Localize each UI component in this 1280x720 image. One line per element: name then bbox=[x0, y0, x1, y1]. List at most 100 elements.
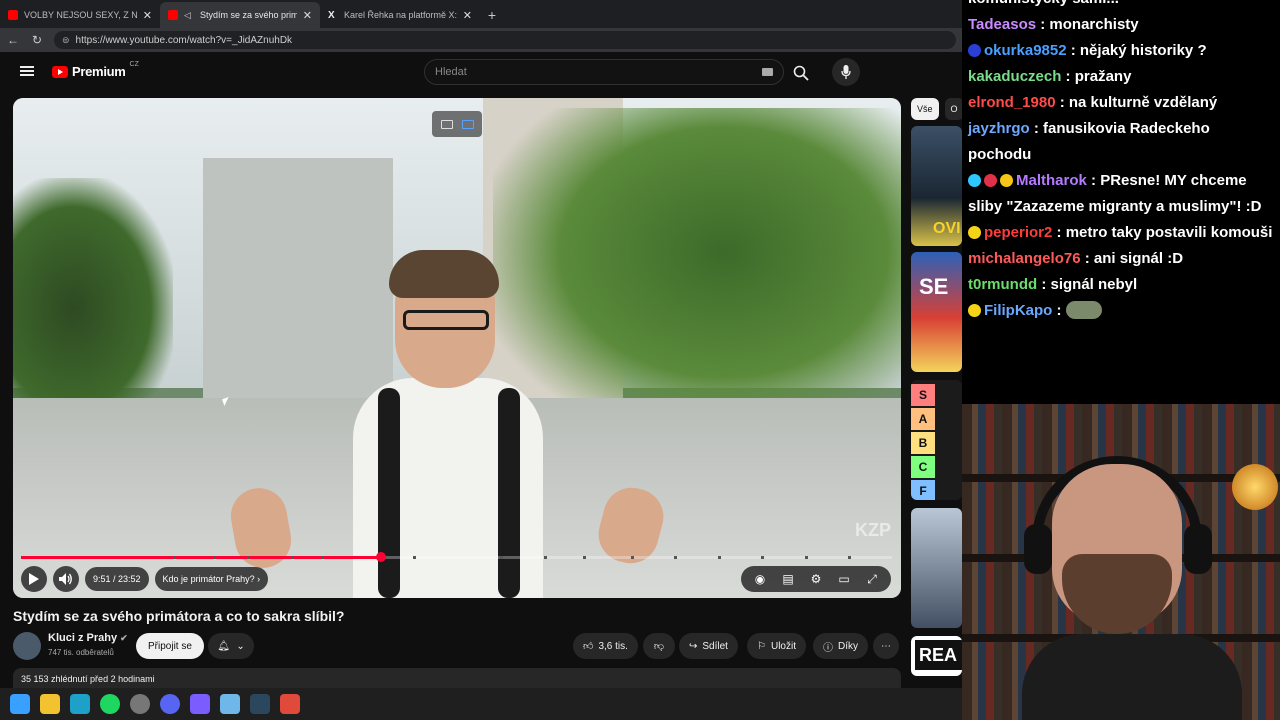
related-video-thumbnail[interactable] bbox=[911, 508, 962, 628]
channel-name[interactable]: Kluci z Prahy bbox=[48, 632, 117, 644]
subtitles-icon[interactable]: ▤ bbox=[781, 572, 795, 586]
notepad-icon[interactable] bbox=[220, 694, 240, 714]
thumbnail-text: REA bbox=[915, 640, 962, 670]
site-info-icon[interactable]: ⊜ bbox=[62, 35, 70, 46]
chat-username[interactable]: michalangelo76 bbox=[968, 250, 1081, 267]
description-box[interactable]: 35 153 zhlédnutí před 2 hodinami bbox=[13, 668, 901, 688]
url-field[interactable]: ⊜ https://www.youtube.com/watch?v=_JidAZ… bbox=[54, 31, 956, 49]
chip-all[interactable]: Vše bbox=[911, 98, 939, 120]
chat-username[interactable]: t0rmundd bbox=[968, 276, 1037, 293]
fullscreen-icon[interactable]: ⤢ bbox=[865, 572, 879, 586]
browser-tab-active[interactable]: ◁ Stydím se za svého primátora ✕ bbox=[160, 2, 320, 28]
video-player[interactable]: KZP 9:51 / 23:52 Kdo je primátor Prahy? bbox=[13, 98, 901, 598]
chat-username[interactable]: peperior2 bbox=[984, 224, 1052, 241]
youtube-icon bbox=[8, 10, 18, 20]
chat-username[interactable]: okurka9852 bbox=[984, 42, 1067, 59]
chat-username[interactable]: Maltharok bbox=[1016, 172, 1087, 189]
copilot-icon[interactable] bbox=[190, 694, 210, 714]
autoplay-toggle-icon[interactable]: ◉ bbox=[753, 572, 767, 586]
share-button[interactable]: ↪ Sdílet bbox=[679, 633, 738, 659]
channel-watermark: KZP bbox=[855, 520, 891, 540]
like-button[interactable]: 👍︎ 3,6 tis. bbox=[573, 633, 638, 659]
close-tab-icon[interactable]: ✕ bbox=[463, 9, 472, 22]
chat-emote-icon bbox=[1065, 301, 1102, 319]
related-video-thumbnail[interactable]: REA bbox=[911, 636, 962, 676]
settings-gear-icon[interactable]: ⚙ bbox=[809, 572, 823, 586]
bookmark-icon: ⚐ bbox=[757, 640, 766, 652]
browser-tab-bar: VOLBY NEJSOU SEXY, Z NICH NE ✕ ◁ Stydím … bbox=[0, 0, 962, 28]
close-tab-icon[interactable]: ✕ bbox=[303, 9, 312, 22]
save-button[interactable]: ⚐ Uložit bbox=[747, 633, 806, 659]
related-video-thumbnail[interactable]: OVI bbox=[911, 126, 962, 246]
channel-avatar[interactable] bbox=[13, 632, 41, 660]
related-video-thumbnail[interactable]: SABCF bbox=[911, 380, 962, 500]
chevron-right-icon: › bbox=[257, 574, 261, 584]
join-button[interactable]: Připojit se bbox=[136, 633, 204, 659]
screen: VOLBY NEJSOU SEXY, Z NICH NE ✕ ◁ Stydím … bbox=[0, 0, 1280, 720]
search-placeholder: Hledat bbox=[435, 66, 467, 78]
steam-icon[interactable] bbox=[250, 694, 270, 714]
cast-icon[interactable] bbox=[461, 119, 474, 129]
thumbnail-text: SE bbox=[919, 274, 949, 299]
chat-message-partial: komunistycký sami... bbox=[968, 0, 1274, 12]
chat-username[interactable]: FilipKapo bbox=[984, 302, 1052, 319]
related-video-thumbnail[interactable]: SE bbox=[911, 252, 962, 372]
windows-taskbar bbox=[0, 688, 962, 720]
spotify-icon[interactable] bbox=[100, 694, 120, 714]
chip-other[interactable]: O bbox=[944, 98, 962, 120]
back-icon[interactable]: ← bbox=[6, 33, 20, 47]
chat-text: : monarchisty bbox=[1036, 16, 1139, 33]
tier-label: F bbox=[911, 480, 935, 500]
chapter-marker bbox=[412, 556, 416, 559]
chat-username[interactable]: kakaduczech bbox=[968, 68, 1061, 85]
youtube-icon bbox=[168, 10, 178, 20]
bell-icon: 🔔︎ bbox=[217, 640, 230, 652]
chat-badge-icon bbox=[984, 174, 997, 187]
dislike-button[interactable]: 👎︎ bbox=[643, 633, 675, 659]
speaker-icon[interactable]: ◁ bbox=[184, 10, 194, 20]
search-input[interactable]: Hledat bbox=[424, 59, 784, 85]
windows-start-icon[interactable] bbox=[10, 694, 30, 714]
keyboard-icon[interactable] bbox=[762, 68, 773, 76]
miniplayer-icon[interactable] bbox=[440, 119, 453, 129]
more-actions-button[interactable]: ⋯ bbox=[873, 633, 899, 659]
reload-icon[interactable]: ↻ bbox=[30, 33, 44, 47]
browser-tab[interactable]: VOLBY NEJSOU SEXY, Z NICH NE ✕ bbox=[0, 2, 160, 28]
youtube-premium-logo[interactable]: Premium CZ bbox=[52, 61, 139, 79]
progress-bar[interactable] bbox=[21, 552, 892, 562]
browser-tab[interactable]: X Karel Řehka na platformě X: „Po vl ✕ bbox=[320, 2, 480, 28]
voice-search-button[interactable] bbox=[832, 58, 860, 86]
chat-badge-icon bbox=[968, 44, 981, 57]
thanks-label: Díky bbox=[838, 640, 858, 652]
chapter-button[interactable]: Kdo je primátor Prahy? › bbox=[154, 567, 269, 591]
streamer-webcam bbox=[962, 404, 1280, 720]
chat-username[interactable]: jayzhrgo bbox=[968, 120, 1030, 137]
search-button[interactable] bbox=[786, 60, 816, 86]
chat-message-list: Tadeasos : monarchisty okurka9852 : něja… bbox=[968, 12, 1274, 324]
progress-played bbox=[21, 556, 381, 559]
maps-icon[interactable] bbox=[280, 694, 300, 714]
save-label: Uložit bbox=[770, 640, 796, 652]
tier-label: S bbox=[911, 384, 935, 406]
play-button[interactable] bbox=[21, 566, 47, 592]
channel-name-row[interactable]: Kluci z Prahy ✔ bbox=[48, 632, 128, 644]
chat-username[interactable]: Tadeasos bbox=[968, 16, 1036, 33]
scrubber-handle[interactable] bbox=[375, 552, 386, 562]
close-tab-icon[interactable]: ✕ bbox=[143, 9, 152, 22]
clock-app-icon[interactable] bbox=[130, 694, 150, 714]
chapter-marker bbox=[630, 556, 634, 559]
theater-mode-icon[interactable]: ▭ bbox=[837, 572, 851, 586]
edge-icon[interactable] bbox=[70, 694, 90, 714]
new-tab-button[interactable]: + bbox=[480, 2, 504, 28]
file-explorer-icon[interactable] bbox=[40, 694, 60, 714]
notifications-button[interactable]: 🔔︎ ⌄ bbox=[208, 633, 254, 659]
chat-username[interactable]: elrond_1980 bbox=[968, 94, 1056, 111]
thanks-button[interactable]: ⓘ Díky bbox=[813, 633, 868, 659]
discord-icon[interactable] bbox=[160, 694, 180, 714]
menu-icon[interactable] bbox=[20, 66, 34, 76]
chapter-marker bbox=[717, 556, 721, 559]
chapter-marker bbox=[500, 556, 504, 559]
volume-button[interactable] bbox=[53, 566, 79, 592]
chat-badge-icon bbox=[968, 174, 981, 187]
miniplayer-controls[interactable] bbox=[432, 111, 482, 137]
